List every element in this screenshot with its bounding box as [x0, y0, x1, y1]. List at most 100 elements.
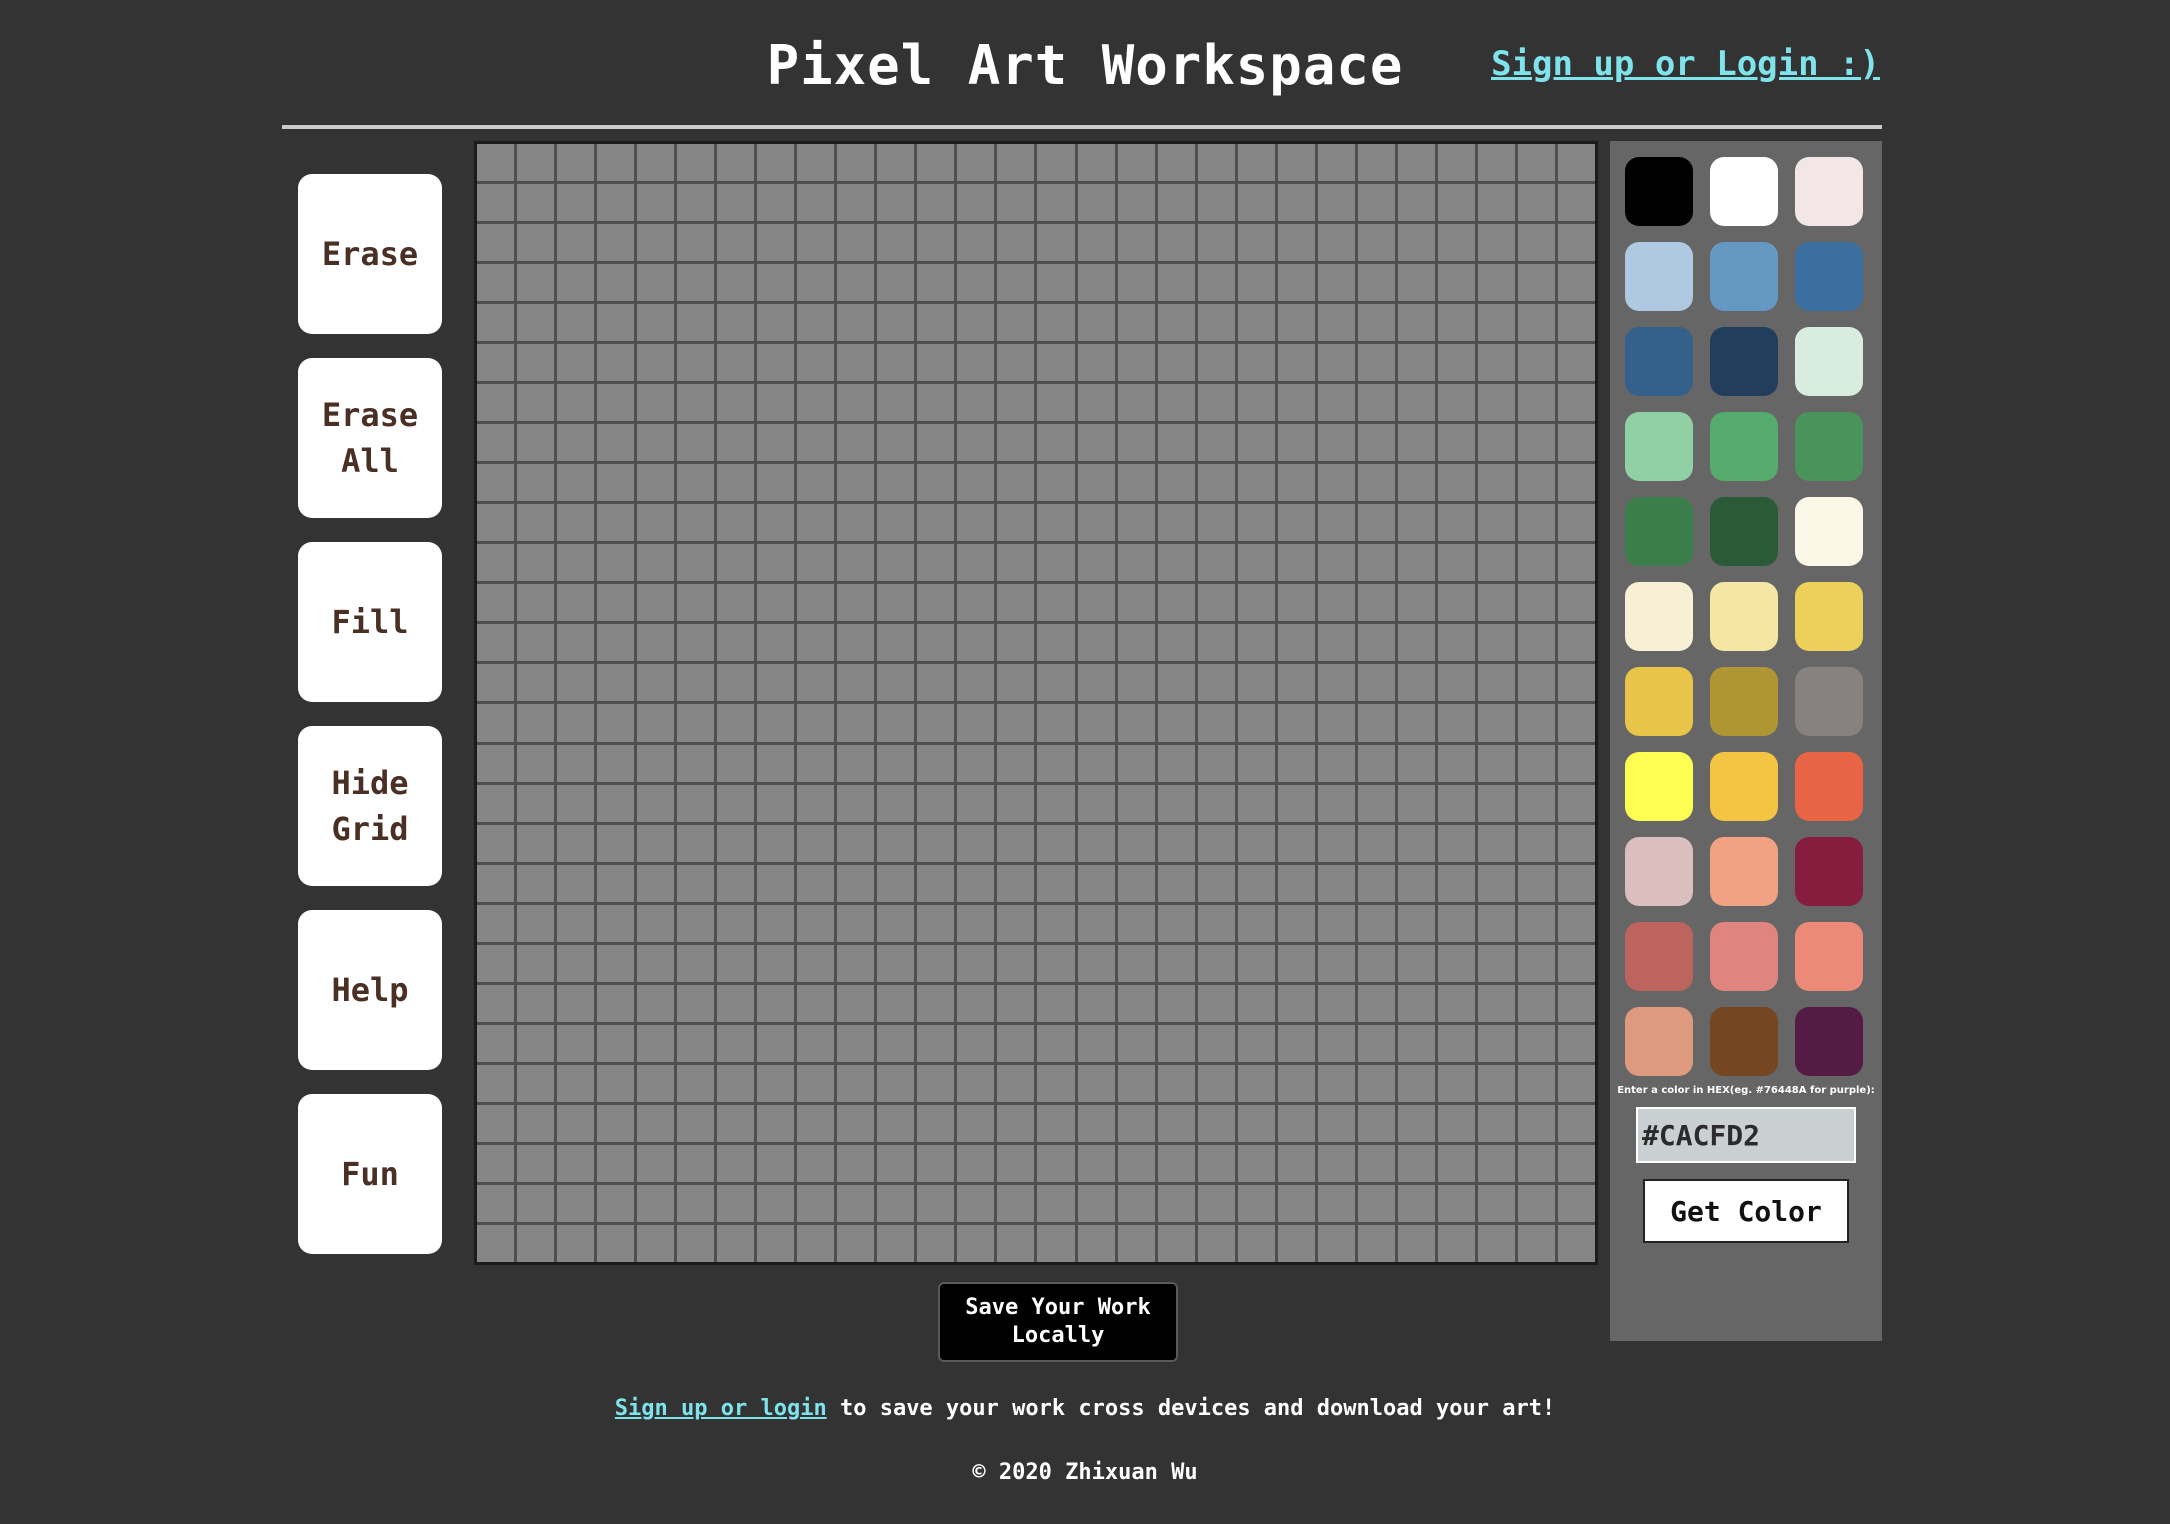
pixel-cell[interactable]: [1397, 1104, 1435, 1142]
pixel-cell[interactable]: [1237, 184, 1275, 222]
hide-grid-button[interactable]: Hide Grid: [298, 726, 442, 886]
pixel-cell[interactable]: [717, 224, 755, 262]
pixel-cell[interactable]: [957, 144, 995, 182]
pixel-cell[interactable]: [1357, 624, 1395, 662]
pixel-cell[interactable]: [1197, 744, 1235, 782]
pixel-cell[interactable]: [917, 904, 955, 942]
pixel-cell[interactable]: [1557, 1224, 1595, 1262]
pixel-cell[interactable]: [1397, 384, 1435, 422]
pixel-cell[interactable]: [1197, 1064, 1235, 1102]
pixel-cell[interactable]: [1437, 304, 1475, 342]
pixel-cell[interactable]: [757, 304, 795, 342]
pixel-cell[interactable]: [1037, 744, 1075, 782]
pixel-cell[interactable]: [1517, 1224, 1555, 1262]
pixel-cell[interactable]: [1197, 704, 1235, 742]
pixel-cell[interactable]: [477, 304, 515, 342]
pixel-cell[interactable]: [1437, 424, 1475, 462]
pixel-cell[interactable]: [1437, 624, 1475, 662]
pixel-cell[interactable]: [477, 424, 515, 462]
pixel-cell[interactable]: [517, 584, 555, 622]
color-swatch[interactable]: [1625, 242, 1693, 311]
pixel-cell[interactable]: [997, 304, 1035, 342]
pixel-cell[interactable]: [1477, 384, 1515, 422]
pixel-cell[interactable]: [557, 984, 595, 1022]
pixel-cell[interactable]: [1117, 184, 1155, 222]
pixel-cell[interactable]: [677, 384, 715, 422]
pixel-cell[interactable]: [1197, 424, 1235, 462]
pixel-cell[interactable]: [1557, 1064, 1595, 1102]
pixel-cell[interactable]: [1397, 744, 1435, 782]
pixel-cell[interactable]: [677, 344, 715, 382]
pixel-cell[interactable]: [997, 504, 1035, 542]
pixel-cell[interactable]: [837, 184, 875, 222]
pixel-cell[interactable]: [557, 824, 595, 862]
pixel-cell[interactable]: [1077, 544, 1115, 582]
pixel-cell[interactable]: [1477, 944, 1515, 982]
pixel-cell[interactable]: [1357, 1184, 1395, 1222]
pixel-cell[interactable]: [1077, 584, 1115, 622]
pixel-cell[interactable]: [1277, 664, 1315, 702]
pixel-cell[interactable]: [1317, 264, 1355, 302]
pixel-cell[interactable]: [517, 1064, 555, 1102]
pixel-cell[interactable]: [717, 744, 755, 782]
pixel-cell[interactable]: [1157, 544, 1195, 582]
pixel-cell[interactable]: [677, 1184, 715, 1222]
pixel-cell[interactable]: [957, 664, 995, 702]
pixel-cell[interactable]: [917, 1064, 955, 1102]
pixel-cell[interactable]: [557, 144, 595, 182]
pixel-cell[interactable]: [677, 1144, 715, 1182]
pixel-cell[interactable]: [757, 1144, 795, 1182]
pixel-cell[interactable]: [797, 1184, 835, 1222]
pixel-cell[interactable]: [837, 624, 875, 662]
pixel-cell[interactable]: [1397, 264, 1435, 302]
pixel-cell[interactable]: [797, 384, 835, 422]
pixel-cell[interactable]: [877, 224, 915, 262]
pixel-cell[interactable]: [1397, 1144, 1435, 1182]
pixel-cell[interactable]: [597, 664, 635, 702]
pixel-cell[interactable]: [797, 304, 835, 342]
pixel-cell[interactable]: [1077, 1064, 1115, 1102]
pixel-cell[interactable]: [997, 1144, 1035, 1182]
pixel-cell[interactable]: [797, 1144, 835, 1182]
pixel-cell[interactable]: [1157, 464, 1195, 502]
pixel-cell[interactable]: [557, 744, 595, 782]
pixel-cell[interactable]: [877, 184, 915, 222]
pixel-cell[interactable]: [677, 264, 715, 302]
pixel-cell[interactable]: [717, 1064, 755, 1102]
pixel-cell[interactable]: [1317, 624, 1355, 662]
pixel-cell[interactable]: [957, 744, 995, 782]
pixel-cell[interactable]: [517, 664, 555, 702]
pixel-cell[interactable]: [1077, 264, 1115, 302]
pixel-cell[interactable]: [1117, 304, 1155, 342]
pixel-cell[interactable]: [997, 944, 1035, 982]
pixel-cell[interactable]: [1437, 504, 1475, 542]
pixel-cell[interactable]: [1557, 464, 1595, 502]
pixel-cell[interactable]: [837, 824, 875, 862]
pixel-cell[interactable]: [797, 664, 835, 702]
pixel-cell[interactable]: [677, 544, 715, 582]
pixel-cell[interactable]: [1397, 944, 1435, 982]
pixel-cell[interactable]: [797, 144, 835, 182]
pixel-cell[interactable]: [1477, 224, 1515, 262]
pixel-cell[interactable]: [557, 304, 595, 342]
pixel-cell[interactable]: [557, 544, 595, 582]
pixel-cell[interactable]: [637, 144, 675, 182]
pixel-cell[interactable]: [877, 1144, 915, 1182]
pixel-cell[interactable]: [837, 504, 875, 542]
pixel-cell[interactable]: [1037, 624, 1075, 662]
pixel-cell[interactable]: [677, 624, 715, 662]
pixel-cell[interactable]: [1197, 1024, 1235, 1062]
pixel-cell[interactable]: [1157, 824, 1195, 862]
pixel-cell[interactable]: [1077, 1224, 1115, 1262]
pixel-cell[interactable]: [837, 424, 875, 462]
pixel-cell[interactable]: [597, 824, 635, 862]
pixel-cell[interactable]: [1437, 704, 1475, 742]
pixel-cell[interactable]: [1557, 504, 1595, 542]
pixel-cell[interactable]: [1317, 744, 1355, 782]
pixel-cell[interactable]: [837, 784, 875, 822]
pixel-cell[interactable]: [517, 144, 555, 182]
pixel-cell[interactable]: [1437, 344, 1475, 382]
pixel-cell[interactable]: [757, 264, 795, 302]
color-swatch[interactable]: [1795, 752, 1863, 821]
pixel-cell[interactable]: [877, 344, 915, 382]
